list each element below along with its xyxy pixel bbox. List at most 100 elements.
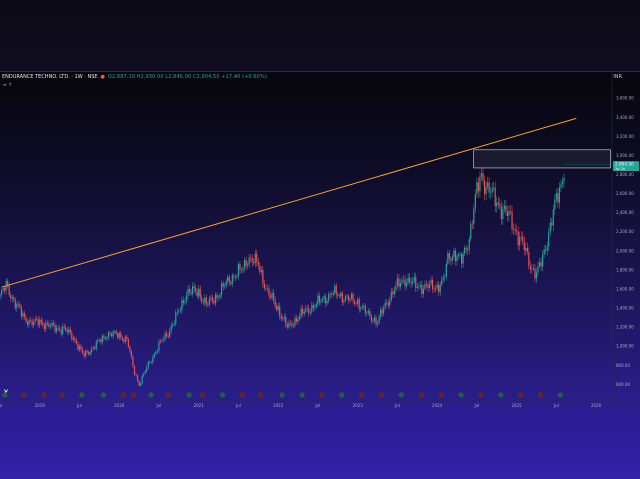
event-badge-circle <box>319 392 325 398</box>
price-chart[interactable]: 3,600.00 3,400.00 3,200.00 3,000.00 2,800.00… <box>0 72 640 410</box>
candle-body <box>202 301 204 303</box>
price-axis[interactable]: 3,600.00 3,400.00 3,200.00 3,000.00 2,800.00… <box>611 72 634 410</box>
last-price-value: 2,904.50 <box>615 161 634 166</box>
candle-body <box>424 284 426 289</box>
earnings-badge <box>21 392 27 398</box>
candle-body <box>286 324 288 328</box>
candle-body <box>378 316 380 323</box>
candle-body <box>332 292 334 295</box>
candle-body <box>11 297 13 299</box>
candle-body <box>191 286 194 294</box>
bar-countdown: 3d 2h <box>615 167 625 171</box>
candle-body <box>311 305 313 313</box>
candle-body <box>280 316 282 319</box>
candle-body <box>62 326 64 334</box>
candle-body <box>98 339 100 341</box>
candle-body <box>225 280 227 286</box>
candle-body <box>361 306 363 309</box>
candle-body <box>141 375 143 384</box>
candle-body <box>555 193 557 200</box>
candle-body <box>8 285 10 295</box>
candle-body <box>412 281 414 284</box>
candle-body <box>505 205 507 212</box>
candle-body <box>170 326 172 332</box>
candle-body <box>338 295 340 297</box>
event-badge-circle <box>59 392 65 398</box>
chart-window[interactable]: ENDURANCE TECHNO. LTD. · 1W · NSE ● O2,8… <box>0 71 640 410</box>
time-tick-label: Jul <box>156 403 162 408</box>
candle-body <box>357 299 359 304</box>
candle-body <box>59 328 61 331</box>
time-axis[interactable]: Jul 2019 Jul 2020 Jul 2021 Jul 2022 Jul 2023 Jul 20… <box>0 399 640 408</box>
candle-body <box>144 371 146 374</box>
candle-body <box>97 340 99 342</box>
candle-body <box>159 341 162 342</box>
price-tick-label: 2,600.00 <box>616 191 634 196</box>
candle-body <box>413 276 415 282</box>
price-tick-label: 3,200.00 <box>616 134 634 139</box>
candle-body <box>379 309 382 317</box>
candle-body <box>256 253 258 262</box>
candle-body <box>100 339 102 343</box>
candle-body <box>340 292 342 297</box>
candle-body <box>453 250 455 257</box>
candle-body <box>288 322 290 328</box>
candle-body <box>219 294 221 298</box>
candle-body <box>266 287 269 289</box>
candle-body <box>370 316 373 322</box>
candle-body <box>294 318 296 326</box>
candle-body <box>31 320 33 326</box>
candle-body <box>269 295 272 298</box>
time-tick-label: Jul <box>235 403 241 408</box>
candle-body <box>318 295 321 303</box>
candle-body <box>543 249 545 255</box>
candle-body <box>263 283 266 289</box>
candle-body <box>45 322 47 330</box>
candle-body <box>55 327 58 332</box>
candle-body <box>164 333 166 340</box>
time-tick-label: 2020 <box>114 403 125 408</box>
dividend-badge <box>458 392 464 398</box>
candle-body <box>228 276 230 283</box>
earnings-badge <box>378 392 385 398</box>
candle-body <box>107 332 110 338</box>
candle-body <box>3 288 6 291</box>
earnings-badge <box>165 392 172 398</box>
candle-body <box>147 362 149 368</box>
earnings-badge <box>517 392 524 398</box>
candle-body <box>92 347 94 349</box>
candle-body <box>538 262 541 266</box>
candle-body <box>83 353 85 357</box>
candle-body <box>187 288 189 296</box>
candle-body <box>43 325 45 330</box>
event-badge-circle <box>279 392 285 398</box>
candle-body <box>477 182 480 192</box>
candle-body <box>343 300 345 303</box>
candle-body <box>483 180 486 195</box>
candle-body <box>422 288 424 295</box>
candle-body <box>190 292 192 294</box>
candle-body <box>130 351 133 357</box>
candle-body <box>511 211 513 230</box>
candle-body <box>347 295 350 301</box>
candle-body <box>350 293 353 299</box>
price-tick-label: 3,400.00 <box>616 115 634 120</box>
event-badge-circle <box>165 392 172 398</box>
candle-body <box>532 268 535 270</box>
candle-body <box>57 327 59 329</box>
event-badge-circle <box>79 392 85 398</box>
candle-body <box>277 306 279 310</box>
candle-body <box>457 254 460 257</box>
candle-body <box>0 290 3 295</box>
candle-body <box>129 346 131 352</box>
event-badge-circle <box>358 392 365 398</box>
candle-body <box>526 247 528 253</box>
event-badge-circle <box>130 392 137 398</box>
overlays <box>1 117 612 288</box>
candle-body <box>248 257 250 265</box>
candle-body <box>441 279 443 285</box>
candle-body <box>395 285 397 291</box>
candle-body <box>78 345 81 350</box>
candle-body <box>506 211 509 216</box>
candle-body <box>74 338 76 341</box>
